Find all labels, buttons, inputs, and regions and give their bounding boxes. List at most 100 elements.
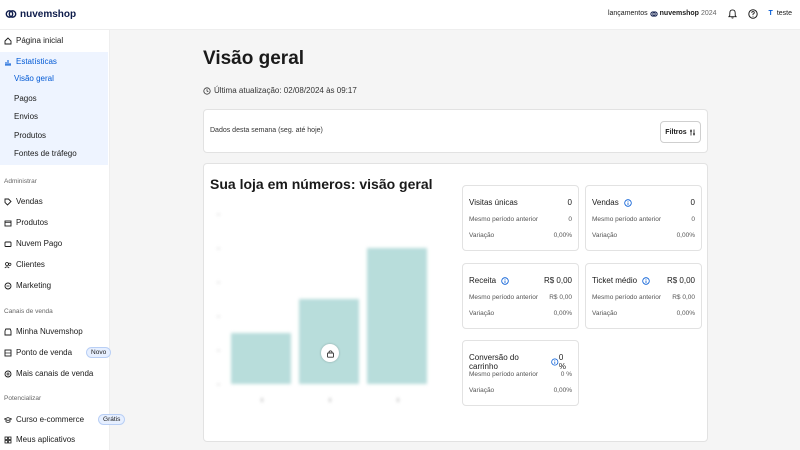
section-label-admin: Administrar xyxy=(4,178,37,185)
metric-value: R$ 0,00 xyxy=(543,276,572,285)
metric-value: 0 xyxy=(690,198,695,207)
chart-bar xyxy=(367,248,427,384)
sidebar-item-label: Produtos xyxy=(16,218,49,227)
metric-prev-label: Mesmo período anterior xyxy=(469,371,539,378)
metric-revenue: Receita R$ 0,00 Mesmo período anterior R$ 0… xyxy=(462,263,579,329)
last-updated-text: Última atualização: 02/08/2024 às 09:17 xyxy=(214,86,357,95)
metric-var-label: Variação xyxy=(592,310,618,317)
metric-value: R$ 0,00 xyxy=(666,276,695,285)
y-tick xyxy=(217,248,220,249)
filter-card: Dados desta semana (seg. até hoje) Filtr… xyxy=(203,109,708,153)
metric-prev-label: Mesmo período anterior xyxy=(592,216,662,223)
launches-label: lançamentos xyxy=(607,10,648,17)
sidebar-item-marketing[interactable]: Marketing xyxy=(4,281,51,290)
wallet-icon xyxy=(4,241,12,247)
home-icon xyxy=(4,36,12,44)
sidebar-item-label: Mais canais de venda xyxy=(16,369,94,378)
date-range-text: Dados desta semana (seg. até hoje) xyxy=(210,127,323,134)
launches-link[interactable]: lançamentos nuvemshop 2024 xyxy=(608,10,717,18)
section-label-boost: Potencializar xyxy=(4,395,42,402)
sidebar-item-label: Meus aplicativos xyxy=(16,435,76,444)
pos-icon xyxy=(4,349,12,356)
chart-bar xyxy=(231,333,291,384)
y-tick xyxy=(217,350,220,351)
y-tick xyxy=(217,384,220,385)
nuvemshop-logo[interactable]: nuvemshop xyxy=(5,8,76,20)
sidebar-item-label: Estatísticas xyxy=(16,57,57,66)
sidebar-item-more-channels[interactable]: Mais canais de venda xyxy=(4,369,93,378)
metric-var-label: Variação xyxy=(469,232,495,239)
metric-label: Vendas xyxy=(592,198,619,207)
metric-prev-value: R$ 0,00 xyxy=(549,294,572,301)
user-menu[interactable]: T teste xyxy=(769,10,792,17)
sidebar-item-label: Curso e-commerce xyxy=(16,415,85,424)
sidebar-item-nuvem-pago[interactable]: Nuvem Pago xyxy=(4,239,62,248)
y-tick xyxy=(217,316,220,317)
sidebar-item-home[interactable]: Página inicial xyxy=(4,36,63,45)
metric-var-label: Variação xyxy=(469,310,495,317)
bell-icon[interactable] xyxy=(727,8,738,19)
nuvemshop-logo-icon xyxy=(5,10,17,18)
tag-icon xyxy=(4,198,12,206)
apps-icon xyxy=(4,436,12,443)
info-icon[interactable] xyxy=(551,358,559,366)
metric-prev-value: R$ 0,00 xyxy=(672,294,695,301)
section-label-channels: Canais de venda xyxy=(4,308,53,315)
sidebar: Página inicial Estatísticas Visão geral … xyxy=(0,30,126,450)
chart-bar xyxy=(299,299,359,384)
metric-value: 0 % xyxy=(558,353,566,371)
metric-var-value: 0,00% xyxy=(553,232,572,239)
sidebar-item-payments[interactable]: Pagos xyxy=(14,94,37,103)
x-tick xyxy=(261,398,263,402)
info-icon[interactable] xyxy=(501,276,509,285)
plus-circle-icon xyxy=(4,370,12,377)
y-tick xyxy=(217,214,220,215)
sidebar-item-sales[interactable]: Vendas xyxy=(4,197,43,206)
sidebar-item-label: Clientes xyxy=(16,260,45,269)
metric-prev-label: Mesmo período anterior xyxy=(592,294,662,301)
metric-unique-visits: Visitas únicas 0 Mesmo período anterior 0 Va… xyxy=(462,185,579,251)
sidebar-item-apps[interactable]: Meus aplicativos xyxy=(4,435,75,444)
metric-var-label: Variação xyxy=(469,387,495,394)
info-icon[interactable] xyxy=(642,276,650,285)
metric-label: Ticket médio xyxy=(592,276,638,285)
metric-var-value: 0,00% xyxy=(553,310,572,317)
metric-prev-label: Mesmo período anterior xyxy=(469,294,539,301)
chart-svg xyxy=(217,214,427,402)
info-icon[interactable] xyxy=(624,198,632,207)
sidebar-item-label: Marketing xyxy=(16,281,52,290)
top-bar: nuvemshop lançamentos nuvemshop 2024 T t… xyxy=(0,0,800,30)
metric-var-value: 0,00% xyxy=(553,387,572,394)
clock-icon xyxy=(203,86,211,95)
sidebar-item-pos[interactable]: Ponto de venda Novo xyxy=(4,347,112,358)
metric-var-value: 0,00% xyxy=(676,310,695,317)
sidebar-item-products-stats[interactable]: Produtos xyxy=(14,131,46,140)
sidebar-item-stats[interactable]: Estatísticas xyxy=(4,57,57,66)
metric-avg-ticket: Ticket médio R$ 0,00 Mesmo período anterio… xyxy=(585,263,702,329)
new-badge: Novo xyxy=(86,347,112,358)
filters-button[interactable]: Filtros xyxy=(660,121,701,143)
free-badge: Grátis xyxy=(98,414,126,425)
sidebar-item-shipping[interactable]: Envios xyxy=(14,112,38,121)
sidebar-item-my-store[interactable]: Minha Nuvemshop xyxy=(4,327,83,336)
users-icon xyxy=(4,261,12,268)
filters-button-label: Filtros xyxy=(665,128,687,136)
x-tick xyxy=(329,398,331,402)
metric-label: Visitas únicas xyxy=(469,198,518,207)
metric-sales: Vendas 0 Mesmo período anterior 0 Variação 0,… xyxy=(585,185,702,251)
sliders-icon xyxy=(689,129,695,135)
metric-value: 0 xyxy=(567,198,572,207)
avatar: T xyxy=(768,10,773,17)
sidebar-item-products[interactable]: Produtos xyxy=(4,218,48,227)
sidebar-item-overview[interactable]: Visão geral xyxy=(14,74,54,83)
metric-prev-value: 0 xyxy=(568,216,572,223)
graduation-icon xyxy=(4,416,12,423)
y-tick xyxy=(217,282,220,283)
overview-card: Sua loja em números: visão geral Visitas… xyxy=(203,163,708,442)
sidebar-item-label: Minha Nuvemshop xyxy=(16,327,83,336)
sidebar-item-course[interactable]: Curso e-commerce Grátis xyxy=(4,414,126,425)
metric-prev-value: 0 xyxy=(691,216,695,223)
sidebar-item-traffic[interactable]: Fontes de tráfego xyxy=(14,149,77,158)
sidebar-item-customers[interactable]: Clientes xyxy=(4,260,45,269)
help-icon[interactable] xyxy=(748,8,759,19)
